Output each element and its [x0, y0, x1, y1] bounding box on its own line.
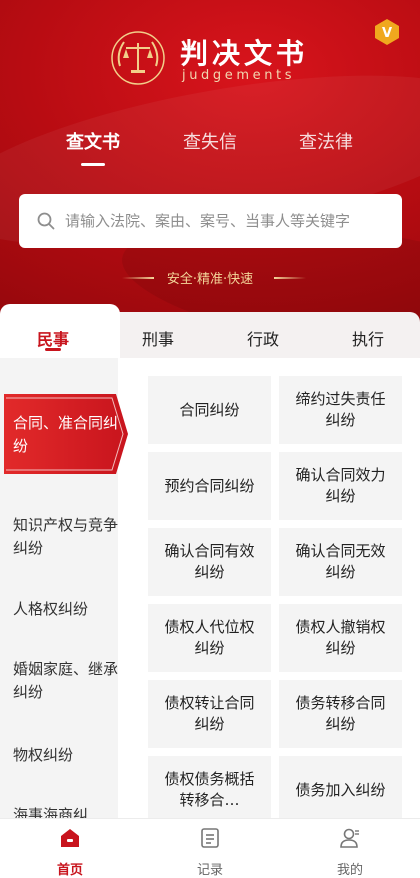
tagline: 安全·精准·快速	[0, 268, 420, 288]
vip-badge-icon[interactable]: V	[373, 18, 401, 46]
search-icon	[37, 212, 55, 230]
tab-civil[interactable]: 民事	[3, 326, 103, 350]
tab-dishonest[interactable]: 查失信	[150, 128, 270, 154]
app-title: 判决文书	[180, 37, 309, 70]
divider	[274, 277, 306, 279]
sidebar-item-personality[interactable]: 人格权纠纷	[0, 598, 118, 621]
grid-item[interactable]: 债权债务概括转移合…	[148, 756, 271, 824]
grid-item[interactable]: 债务转移合同纠纷	[279, 680, 402, 748]
record-icon	[201, 828, 219, 848]
sidebar-item-contract: 合同、准合同纠纷	[13, 414, 119, 455]
tab-law[interactable]: 查法律	[266, 128, 386, 154]
vip-badge-label: V	[382, 26, 392, 41]
grid-item[interactable]: 预约合同纠纷	[148, 452, 271, 520]
tab-administrative[interactable]: 行政	[213, 326, 313, 350]
nav-records-label: 记录	[196, 863, 223, 878]
sidebar-item-maritime[interactable]: 海事海商纠	[0, 804, 118, 818]
app-logo: 判决文书 judgements	[110, 28, 320, 88]
header-tabs: 查文书 查失信 查法律	[0, 128, 420, 168]
tab-enforcement[interactable]: 执行	[318, 326, 418, 350]
grid-item[interactable]: 缔约过失责任纠纷	[279, 376, 402, 444]
tab-active-indicator	[81, 163, 105, 166]
grid-item[interactable]: 确认合同效力纠纷	[279, 452, 402, 520]
grid-item[interactable]: 确认合同无效纠纷	[279, 528, 402, 596]
nav-home-label: 首页	[56, 863, 83, 878]
nav-records[interactable]: 记录	[140, 819, 280, 878]
grid-item[interactable]: 债务加入纠纷	[279, 756, 402, 824]
grid-item[interactable]: 合同纠纷	[148, 376, 271, 444]
grid-item[interactable]: 确认合同有效纠纷	[148, 528, 271, 596]
grid-item[interactable]: 债权人代位权纠纷	[148, 604, 271, 672]
tab-documents[interactable]: 查文书	[33, 128, 153, 154]
grid-item[interactable]: 债权转让合同纠纷	[148, 680, 271, 748]
sidebar-item-ip[interactable]: 知识产权与竞争纠纷	[0, 514, 118, 560]
category-active-indicator	[45, 348, 61, 351]
tagline-text: 安全·精准·快速	[166, 272, 254, 287]
home-icon	[61, 829, 79, 847]
app-subtitle: judgements	[182, 68, 296, 83]
scales-emblem-icon	[111, 31, 165, 85]
nav-profile[interactable]: 我的	[280, 819, 420, 878]
tab-criminal[interactable]: 刑事	[108, 326, 208, 350]
grid-item[interactable]: 债权人撤销权纠纷	[279, 604, 402, 672]
sidebar-item-family[interactable]: 婚姻家庭、继承纠纷	[0, 658, 118, 704]
nav-home[interactable]: 首页	[0, 819, 140, 878]
nav-profile-label: 我的	[336, 863, 363, 878]
sidebar-item-property[interactable]: 物权纠纷	[0, 744, 118, 767]
search-input[interactable]	[65, 194, 395, 248]
search-bar[interactable]	[19, 194, 402, 248]
bottom-nav: 首页 记录 我的	[0, 818, 420, 878]
profile-icon	[340, 828, 359, 848]
